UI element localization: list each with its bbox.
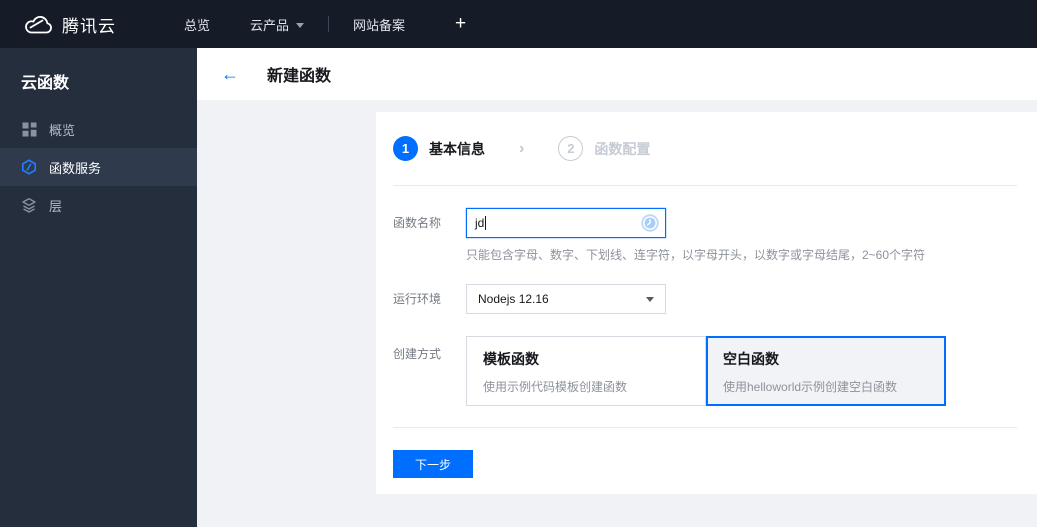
method-card-blank-function[interactable]: 空白函数 使用helloworld示例创建空白函数 [706,336,946,406]
nav-item-label: 网站备案 [353,17,406,33]
step-chevron-icon: › [519,139,525,157]
function-name-value: jd [475,216,485,230]
text-cursor [485,216,487,230]
method-card-title: 模板函数 [483,351,539,367]
top-nav-links: 总览 云产品 网站备案 + [164,0,482,48]
nav-item-cloud-products[interactable]: 云产品 [230,0,324,48]
caret-down-icon [296,22,305,28]
wizard-step-basic-info: 1 基本信息 [393,136,485,161]
tencent-cloud-brand[interactable]: 腾讯云 [22,12,116,37]
content-area: 1 基本信息 › 2 函数配置 函数名称 jd 只能包含字母、数字、下划线、连字… [197,100,1037,527]
top-navbar: 腾讯云 总览 云产品 网站备案 + [0,0,1037,48]
step-number-badge: 1 [393,136,418,161]
runtime-select[interactable]: Nodejs 12.16 [466,284,666,314]
basic-info-form: 函数名称 jd 只能包含字母、数字、下划线、连字符，以字母开头，以数字或字母结尾… [393,186,1017,478]
nav-item-label: 云产品 [250,17,290,33]
brand-label: 腾讯云 [62,16,116,36]
runtime-selected-value: Nodejs 12.16 [478,292,549,306]
select-caret-icon [646,296,654,302]
method-card-title: 空白函数 [723,351,779,367]
function-name-input[interactable]: jd [466,208,666,238]
create-function-card: 1 基本信息 › 2 函数配置 函数名称 jd 只能包含字母、数字、下划线、连字… [376,112,1037,494]
method-card-desc: 使用helloworld示例创建空白函数 [723,380,898,394]
runtime-row: 运行环境 Nodejs 12.16 [393,284,1017,314]
creation-method-cards: 模板函数 使用示例代码模板创建函数 空白函数 使用helloworld示例创建空… [466,336,946,406]
method-card-template-function[interactable]: 模板函数 使用示例代码模板创建函数 [466,336,706,406]
wizard-step-function-config: 2 函数配置 [558,136,650,161]
nav-item-icp-filing[interactable]: 网站备案 [333,0,425,48]
pending-clock-icon [641,214,659,232]
step-label: 函数配置 [594,140,651,157]
sidebar-item-function-service[interactable]: 函数服务 [0,148,197,186]
page-title: 新建函数 [267,68,332,85]
sidebar-item-label: 概览 [49,122,76,138]
main-area: ← 新建函数 1 基本信息 › 2 函数配置 函数名称 jd 只能包含字母、数字… [197,48,1037,527]
sidebar: 云函数 概览 函数服务 层 [0,48,197,527]
form-actions: 下一步 [393,428,1017,478]
sidebar-item-label: 层 [49,198,63,214]
add-tab-plus-icon[interactable]: + [439,13,482,35]
layers-icon [21,197,37,213]
function-name-row: 函数名称 jd 只能包含字母、数字、下划线、连字符，以字母开头，以数字或字母结尾… [393,208,1017,263]
step-number-badge: 2 [558,136,584,161]
creation-method-row: 创建方式 模板函数 使用示例代码模板创建函数 空白函数 使用helloworld… [393,336,1017,406]
page-header: ← 新建函数 [197,48,1037,100]
tencent-cloud-logo-icon [22,13,52,35]
nav-divider [328,16,330,32]
sidebar-item-layers[interactable]: 层 [0,186,197,224]
step-label: 基本信息 [429,140,485,157]
sidebar-title: 云函数 [21,75,70,92]
method-card-desc: 使用示例代码模板创建函数 [483,380,628,394]
creation-method-label: 创建方式 [393,347,442,361]
nav-item-overview[interactable]: 总览 [164,0,230,48]
next-step-button[interactable]: 下一步 [393,450,473,478]
sidebar-item-label: 函数服务 [49,160,102,176]
runtime-label: 运行环境 [393,292,442,306]
function-service-icon [21,159,37,175]
function-name-label: 函数名称 [393,216,442,230]
function-name-hint: 只能包含字母、数字、下划线、连字符，以字母开头，以数字或字母结尾，2~60个字符 [466,248,926,262]
nav-item-label: 总览 [184,17,211,33]
grid-icon [21,121,37,137]
wizard-steps: 1 基本信息 › 2 函数配置 [393,112,1017,186]
sidebar-item-overview[interactable]: 概览 [0,110,197,148]
back-arrow-icon[interactable]: ← [215,61,245,87]
